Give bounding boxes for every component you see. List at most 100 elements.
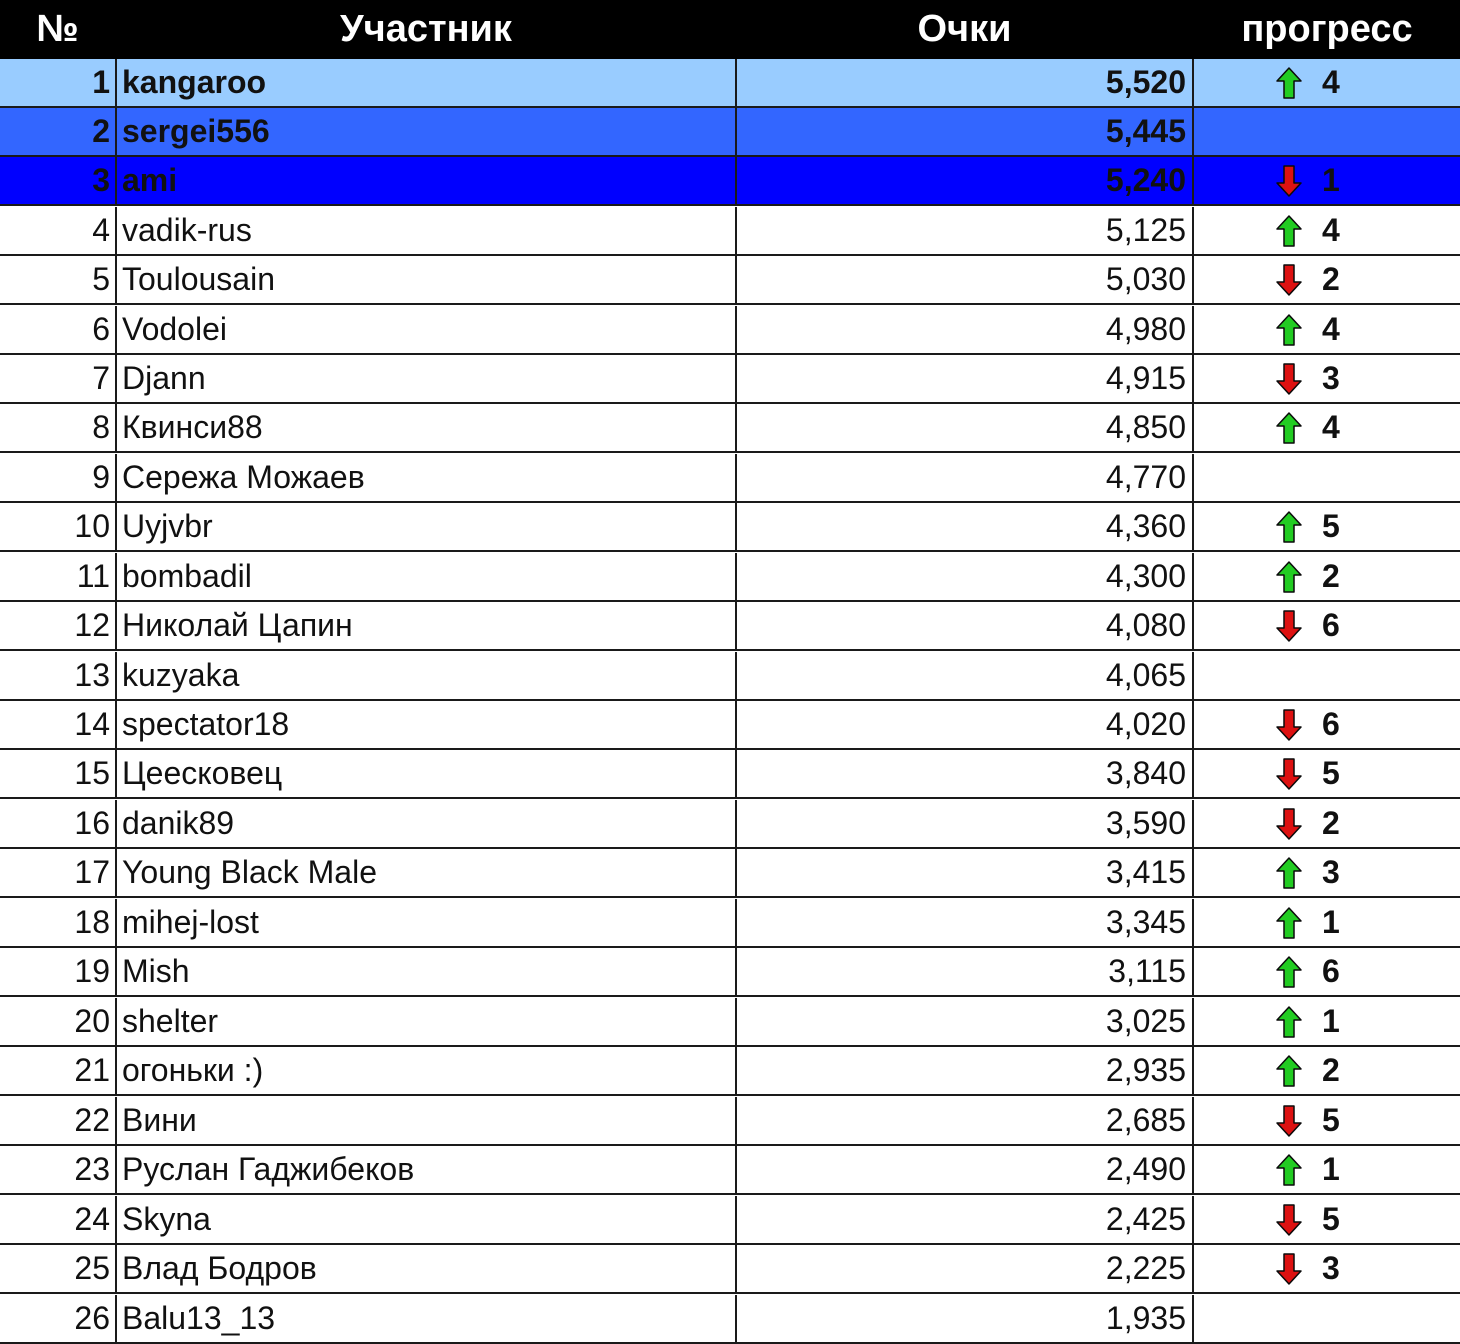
points-cell: 3,840 — [1105, 755, 1186, 791]
column-divider — [115, 800, 117, 849]
column-divider — [735, 59, 737, 108]
column-divider — [1192, 1097, 1194, 1146]
progress-change: 1 — [1322, 162, 1340, 198]
participant-cell: sergei556 — [122, 113, 270, 149]
rank-cell: 9 — [92, 459, 110, 495]
column-divider — [115, 948, 117, 997]
participant-cell: mihej-lost — [122, 904, 259, 940]
arrow-down-icon — [1276, 758, 1302, 790]
column-divider — [1192, 602, 1194, 651]
column-divider — [1192, 1146, 1194, 1195]
rank-cell: 20 — [74, 1003, 110, 1039]
rank-cell: 23 — [74, 1151, 110, 1187]
participant-cell: Mish — [122, 953, 190, 989]
table-row: 4 vadik-rus 5,125 4 — [0, 207, 1460, 256]
progress-cell: 2 — [1196, 1047, 1460, 1094]
column-divider — [115, 553, 117, 602]
column-divider — [115, 1047, 117, 1096]
points-cell: 4,020 — [1105, 706, 1186, 742]
participant-cell: bombadil — [122, 558, 252, 594]
rank-cell: 14 — [74, 706, 110, 742]
column-divider — [735, 1245, 737, 1294]
progress-change: 6 — [1322, 706, 1340, 742]
arrow-down-icon — [1276, 610, 1302, 642]
arrow-up-icon — [1276, 857, 1302, 889]
participant-cell: Цеесковец — [122, 755, 283, 791]
participant-cell: Vodolei — [122, 311, 227, 347]
header-points: Очки — [917, 8, 1012, 50]
points-cell: 5,445 — [1105, 113, 1186, 149]
column-divider — [115, 355, 117, 404]
table-row: 20 shelter 3,025 1 — [0, 998, 1460, 1047]
rank-cell: 17 — [74, 854, 110, 890]
column-divider — [1192, 355, 1194, 404]
progress-change: 5 — [1322, 508, 1340, 544]
column-divider — [115, 1146, 117, 1195]
column-divider — [735, 849, 737, 898]
header-progress: прогресс — [1241, 8, 1413, 50]
table-row: 13 kuzyaka 4,065 — [0, 652, 1460, 701]
participant-cell: Young Black Male — [122, 854, 377, 890]
header-participant: Участник — [340, 8, 512, 50]
column-divider — [735, 207, 737, 256]
rank-cell: 18 — [74, 904, 110, 940]
column-divider — [735, 1146, 737, 1195]
points-cell: 4,915 — [1105, 360, 1186, 396]
column-divider — [1192, 800, 1194, 849]
column-divider — [115, 256, 117, 305]
progress-change: 4 — [1322, 311, 1340, 347]
points-cell: 4,980 — [1105, 311, 1186, 347]
participant-cell: vadik-rus — [122, 212, 252, 248]
participant-cell: Balu13_13 — [122, 1300, 276, 1336]
column-divider — [1192, 454, 1194, 503]
progress-cell: 2 — [1196, 553, 1460, 600]
points-cell: 2,685 — [1105, 1102, 1186, 1138]
participant-cell: danik89 — [122, 805, 235, 841]
table-row: 5 Toulousain 5,030 2 — [0, 256, 1460, 305]
points-cell: 2,490 — [1105, 1151, 1186, 1187]
column-divider — [115, 157, 117, 206]
progress-change: 2 — [1322, 261, 1340, 297]
points-cell: 4,850 — [1105, 409, 1186, 445]
table-row: 1 kangaroo 5,520 4 — [0, 59, 1460, 108]
arrow-up-icon — [1276, 1154, 1302, 1186]
rank-cell: 13 — [74, 657, 110, 693]
table-row: 17 Young Black Male 3,415 3 — [0, 849, 1460, 898]
participant-cell: kuzyaka — [122, 657, 240, 693]
column-divider — [115, 1097, 117, 1146]
column-divider — [735, 355, 737, 404]
column-divider — [735, 652, 737, 701]
progress-cell: 5 — [1196, 503, 1460, 550]
rank-cell: 24 — [74, 1201, 110, 1237]
column-divider — [115, 306, 117, 355]
rank-cell: 5 — [92, 261, 110, 297]
progress-change: 6 — [1322, 607, 1340, 643]
rank-cell: 26 — [74, 1300, 110, 1336]
column-divider — [1192, 157, 1194, 206]
progress-change: 1 — [1322, 904, 1340, 940]
column-divider — [735, 404, 737, 453]
progress-change: 6 — [1322, 953, 1340, 989]
column-divider — [115, 1245, 117, 1294]
rank-cell: 6 — [92, 311, 110, 347]
participant-cell: Skyna — [122, 1201, 211, 1237]
column-divider — [115, 849, 117, 898]
points-cell: 2,425 — [1105, 1201, 1186, 1237]
column-divider — [735, 157, 737, 206]
column-divider — [115, 1196, 117, 1245]
arrow-down-icon — [1276, 709, 1302, 741]
points-cell: 4,065 — [1105, 657, 1186, 693]
column-divider — [735, 256, 737, 305]
progress-cell: 6 — [1196, 948, 1460, 995]
arrow-up-icon — [1276, 67, 1302, 99]
arrow-down-icon — [1276, 1253, 1302, 1285]
column-divider — [1192, 1245, 1194, 1294]
column-divider — [1192, 948, 1194, 997]
column-divider — [735, 750, 737, 799]
progress-cell: 1 — [1196, 899, 1460, 946]
column-divider — [115, 998, 117, 1047]
arrow-up-icon — [1276, 907, 1302, 939]
arrow-up-icon — [1276, 1055, 1302, 1087]
table-row: 23 Руслан Гаджибеков 2,490 1 — [0, 1146, 1460, 1195]
points-cell: 2,225 — [1105, 1250, 1186, 1286]
